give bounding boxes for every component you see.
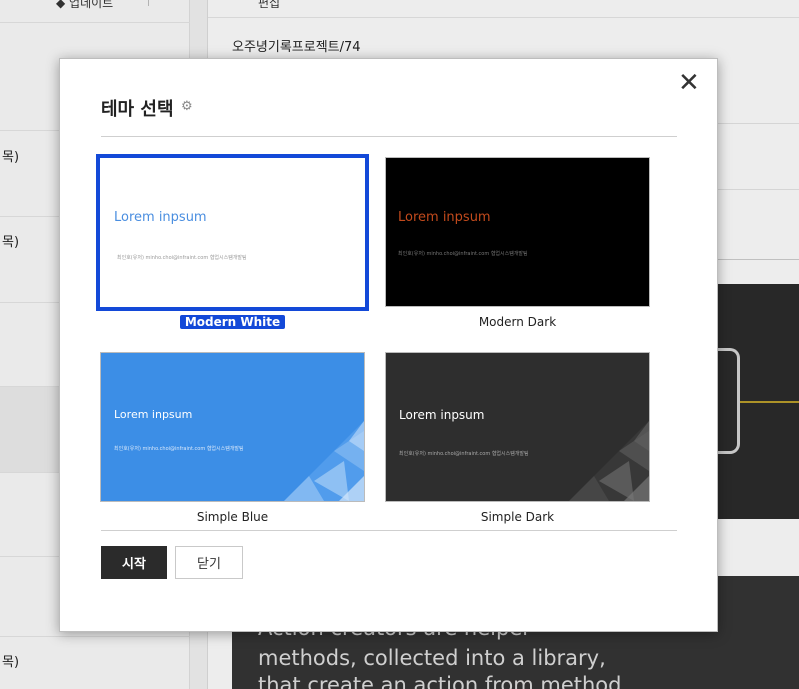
- theme-preview-subline: 최인호(유저) minho.choi@infraint.com 협업시스템개발팀: [117, 255, 247, 261]
- close-button[interactable]: 닫기: [175, 546, 243, 579]
- theme-preview-heading: Lorem inpsum: [114, 210, 207, 225]
- divider: [101, 136, 677, 137]
- theme-preview-heading: Lorem inpsum: [398, 210, 491, 225]
- theme-label-simple-dark: Simple Dark: [480, 510, 555, 524]
- theme-modern-dark[interactable]: Lorem inpsum 최인호(유저) minho.choi@infraint…: [385, 157, 650, 307]
- theme-preview-heading: Lorem inpsum: [114, 408, 193, 421]
- divider: [101, 530, 677, 531]
- triangle-pattern: [569, 421, 649, 501]
- theme-preview-subline: 최인호(유저) minho.choi@infraint.com 협업시스템개발팀: [398, 251, 528, 257]
- gear-icon[interactable]: ⚙: [181, 99, 193, 114]
- triangle-pattern: [284, 421, 364, 501]
- close-icon[interactable]: ✕: [678, 68, 700, 98]
- theme-select-dialog: 테마 선택 ⚙ ✕ Lorem inpsum 최인호(유저) minho.cho…: [59, 58, 718, 632]
- theme-label-modern-dark: Modern Dark: [478, 315, 557, 329]
- dialog-title: 테마 선택: [101, 99, 174, 120]
- theme-label-simple-blue: Simple Blue: [196, 510, 269, 524]
- start-button[interactable]: 시작: [101, 546, 167, 579]
- theme-label-modern-white: Modern White: [100, 315, 365, 329]
- theme-simple-blue[interactable]: Lorem inpsum 최인호(유저) minho.choi@infraint…: [100, 352, 365, 502]
- theme-preview-heading: Lorem inpsum: [399, 408, 485, 422]
- theme-simple-dark[interactable]: Lorem inpsum 최인호(유저) minho.choi@infraint…: [385, 352, 650, 502]
- theme-modern-white[interactable]: Lorem inpsum 최인호(유저) minho.choi@infraint…: [96, 154, 369, 311]
